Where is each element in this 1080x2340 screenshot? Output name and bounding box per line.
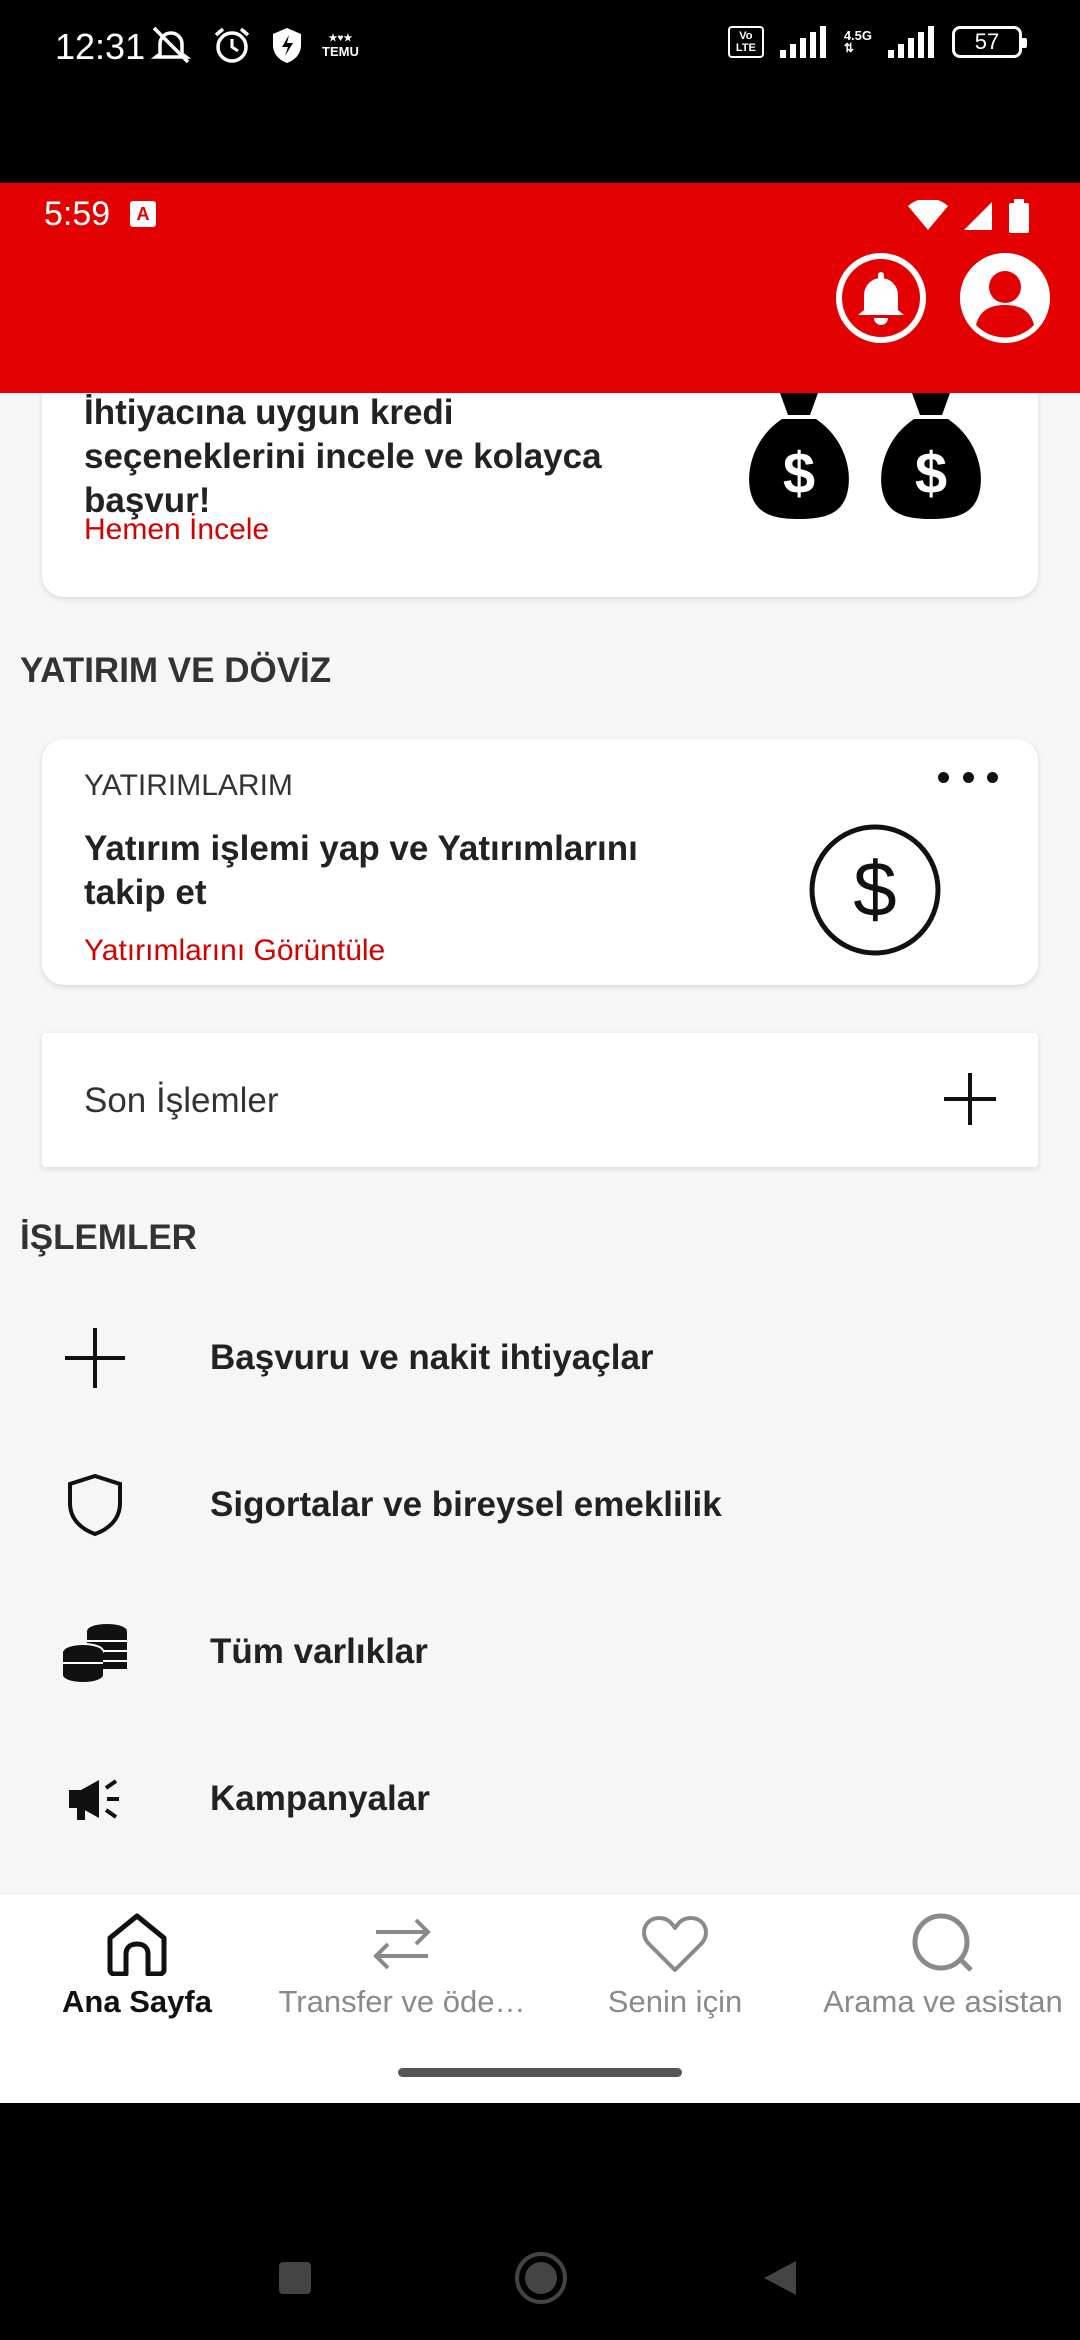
app-header: 5:59 A (0, 183, 1080, 393)
recents-icon[interactable] (278, 2261, 312, 2295)
device-status-bar: 12:31 ★♥★ TEMU Vo LTE 4.5G ⇅ 57 (0, 0, 1080, 183)
device-notification-icons: ★♥★ TEMU (148, 24, 359, 66)
heart-icon (642, 1916, 708, 1972)
svg-text:$: $ (783, 441, 815, 506)
signal-icon (779, 26, 826, 58)
search-icon (912, 1913, 973, 1972)
nav-search[interactable]: Arama ve asistan (812, 1912, 1074, 2022)
network-type-icon: 4.5G ⇅ (843, 28, 872, 55)
nav-home[interactable]: Ana Sayfa (52, 1912, 222, 2022)
megaphone-icon (60, 1764, 130, 1834)
system-navigation-bar (0, 2103, 1080, 2340)
recent-transactions-card[interactable]: Son İşlemler (42, 1033, 1038, 1167)
wifi-icon (908, 200, 948, 230)
operation-item-campaigns[interactable]: Kampanyalar (0, 1726, 1080, 1872)
home-circle-icon[interactable] (514, 2251, 568, 2305)
app-battery-icon (1009, 199, 1029, 233)
nav-for-you-label: Senin için (607, 1984, 743, 2019)
money-bag-icon-2: $ (881, 393, 981, 519)
money-bags-illustration: $ $ (742, 393, 988, 521)
loan-card-link[interactable]: Hemen İncele (84, 513, 269, 547)
operation-item-label: Başvuru ve nakit ihtiyaçlar (210, 1338, 654, 1377)
signal-icon-2 (888, 26, 934, 58)
dollar-circle-icon: $ (809, 824, 941, 956)
device-time: 12:31 (55, 26, 146, 67)
shield-icon (60, 1470, 130, 1540)
coins-icon (60, 1617, 130, 1687)
more-options-icon[interactable] (938, 767, 998, 787)
gesture-indicator[interactable] (398, 2068, 682, 2077)
nav-home-label: Ana Sayfa (62, 1984, 212, 2019)
profile-icon (960, 253, 1050, 343)
operation-item-applications[interactable]: Başvuru ve nakit ihtiyaçlar (0, 1285, 1080, 1431)
home-icon (107, 1913, 167, 1976)
operations-section-title: İŞLEMLER (20, 1218, 197, 1257)
nav-transfer[interactable]: Transfer ve öde… (262, 1912, 542, 2022)
app-status-icons (908, 199, 1030, 233)
back-icon[interactable] (762, 2259, 798, 2297)
device-system-icons: Vo LTE 4.5G ⇅ 57 (727, 26, 1027, 58)
investments-card-text: Yatırım işlemi yap ve Yatırımlarını taki… (84, 829, 638, 912)
operation-item-label: Sigortalar ve bireysel emeklilik (210, 1485, 722, 1524)
muted-bell-icon (150, 26, 192, 64)
transfer-icon (373, 1918, 431, 1970)
cell-signal-icon (964, 202, 992, 230)
plus-icon (60, 1323, 130, 1393)
security-shield-icon (273, 28, 301, 63)
investments-card-label: YATIRIMLARIM (84, 769, 293, 802)
home-content[interactable]: İhtiyacına uygun kredi seçeneklerini inc… (0, 393, 1080, 1893)
notifications-button[interactable] (836, 253, 926, 343)
profile-button[interactable] (960, 253, 1050, 343)
operation-item-insurance[interactable]: Sigortalar ve bireysel emeklilik (0, 1432, 1080, 1578)
recent-transactions-label: Son İşlemler (84, 1081, 279, 1120)
app-status-time: 5:59 (44, 195, 111, 233)
money-bag-icon: $ (749, 393, 849, 519)
battery-icon: 57 (952, 26, 1027, 58)
investment-section-title: YATIRIM VE DÖVİZ (20, 651, 332, 690)
bottom-navigation: Ana Sayfa Transfer ve öde… Senin için Ar… (0, 1893, 1080, 2103)
alarm-icon (214, 27, 250, 63)
loan-card[interactable]: İhtiyacına uygun kredi seçeneklerini inc… (42, 393, 1038, 597)
svg-text:$: $ (853, 845, 896, 933)
investments-card[interactable]: YATIRIMLARIM Yatırım işlemi yap ve Yatır… (42, 739, 1038, 985)
svg-text:$: $ (915, 441, 947, 506)
loan-card-text: İhtiyacına uygun kredi seçeneklerini inc… (84, 393, 602, 520)
bell-icon (858, 272, 904, 325)
a-notification-icon: A (130, 201, 156, 227)
volte-icon: Vo LTE (727, 26, 764, 58)
operation-item-label: Tüm varlıklar (210, 1632, 428, 1671)
nav-for-you[interactable]: Senin için (590, 1912, 760, 2022)
nav-search-label: Arama ve asistan (823, 1984, 1063, 2019)
expand-plus-icon[interactable] (942, 1071, 998, 1127)
nav-transfer-label: Transfer ve öde… (278, 1984, 526, 2019)
temu-icon: ★♥★ TEMU (322, 33, 359, 59)
operation-item-label: Kampanyalar (210, 1779, 430, 1818)
operation-item-assets[interactable]: Tüm varlıklar (0, 1579, 1080, 1725)
investments-card-link[interactable]: Yatırımlarını Görüntüle (84, 934, 385, 968)
